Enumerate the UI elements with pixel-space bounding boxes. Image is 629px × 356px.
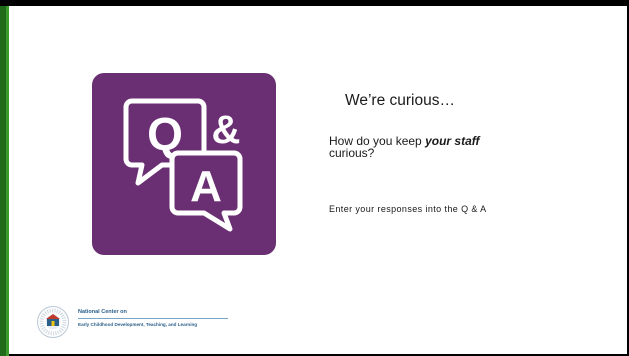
letter-a: A bbox=[190, 162, 222, 211]
seal-icon bbox=[37, 306, 69, 338]
question-suffix: curious? bbox=[329, 146, 375, 160]
footer-logo: National Center on Early Childhood Devel… bbox=[36, 305, 256, 341]
ampersand: & bbox=[212, 108, 241, 152]
left-accent-stripe bbox=[6, 6, 9, 356]
question-text: How do you keep your staff curious? bbox=[329, 135, 569, 159]
logo-divider bbox=[78, 318, 228, 319]
q-and-a-tile: Q & A bbox=[92, 73, 276, 255]
question-emphasis: your staff bbox=[425, 134, 480, 148]
slide: Q & A We’re curious… How do you keep you… bbox=[0, 0, 629, 356]
slide-heading: We’re curious… bbox=[345, 92, 455, 109]
logo-line-2: Early Childhood Development, Teaching, a… bbox=[78, 322, 198, 327]
logo-line-1: National Center on bbox=[78, 309, 127, 315]
q-and-a-speech-bubbles-icon: Q & A bbox=[123, 98, 243, 232]
top-border bbox=[0, 0, 629, 6]
logo-text: National Center on Early Childhood Devel… bbox=[78, 309, 258, 327]
instruction-text: Enter your responses into the Q & A bbox=[329, 204, 487, 214]
